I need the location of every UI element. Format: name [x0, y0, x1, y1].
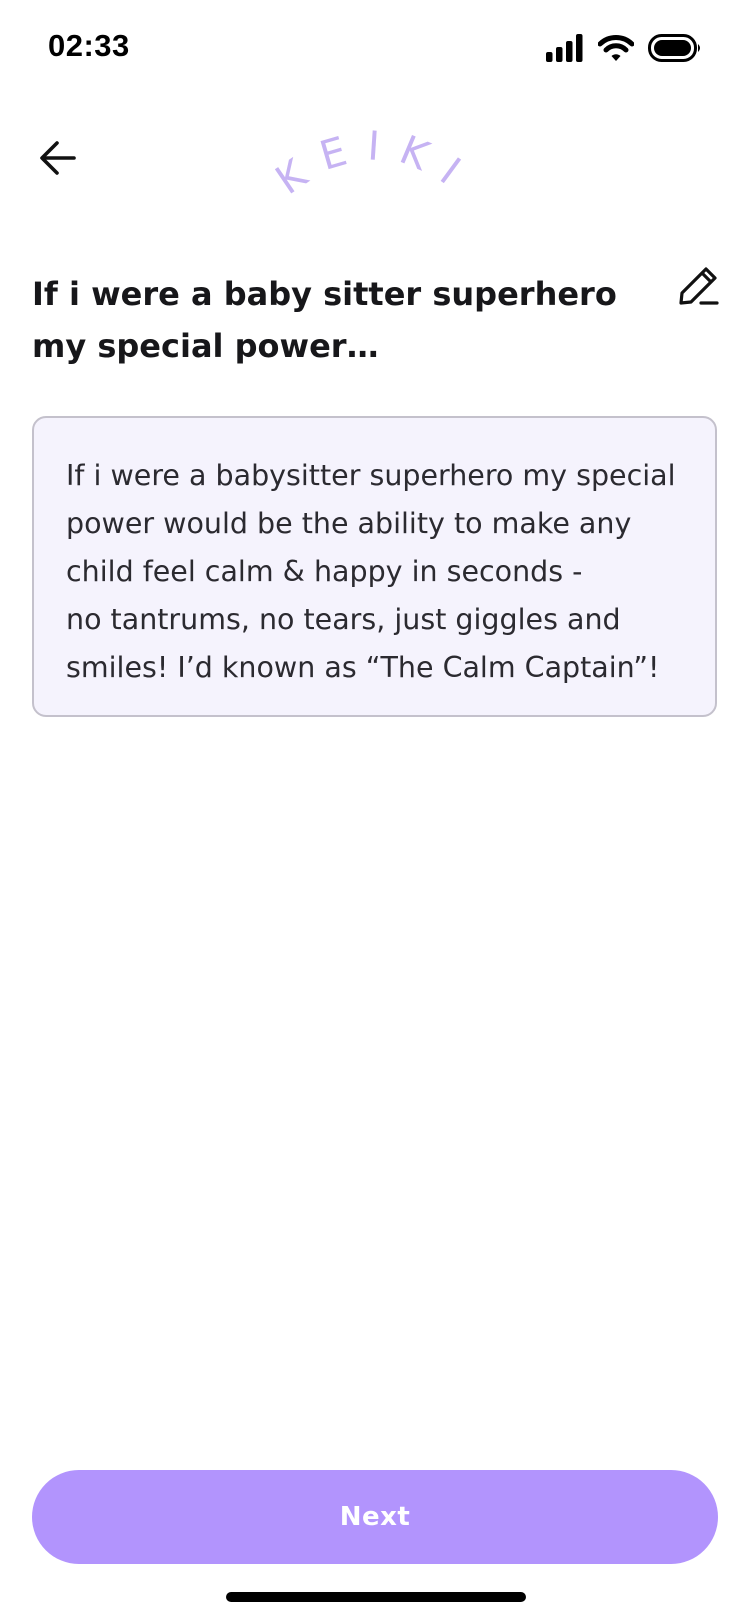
- cellular-signal-icon: [546, 34, 584, 62]
- pencil-icon: [677, 265, 719, 311]
- home-indicator: [226, 1592, 526, 1602]
- battery-icon: [648, 34, 702, 62]
- status-icons: [546, 34, 702, 62]
- keiki-logo: KEIKI: [0, 120, 750, 200]
- status-time: 02:33: [48, 28, 130, 63]
- next-button[interactable]: Next: [32, 1470, 718, 1564]
- edit-button[interactable]: [672, 262, 724, 314]
- wifi-icon: [598, 34, 634, 62]
- svg-text:KEIKI: KEIKI: [275, 123, 475, 200]
- logo-text: KEIKI: [275, 123, 475, 200]
- answer-card[interactable]: If i were a babysitter superhero my spec…: [32, 416, 717, 717]
- answer-text: If i were a babysitter superhero my spec…: [66, 459, 676, 684]
- prompt-title: If i were a baby sitter superhero my spe…: [32, 275, 617, 365]
- status-bar: 02:33: [0, 0, 750, 96]
